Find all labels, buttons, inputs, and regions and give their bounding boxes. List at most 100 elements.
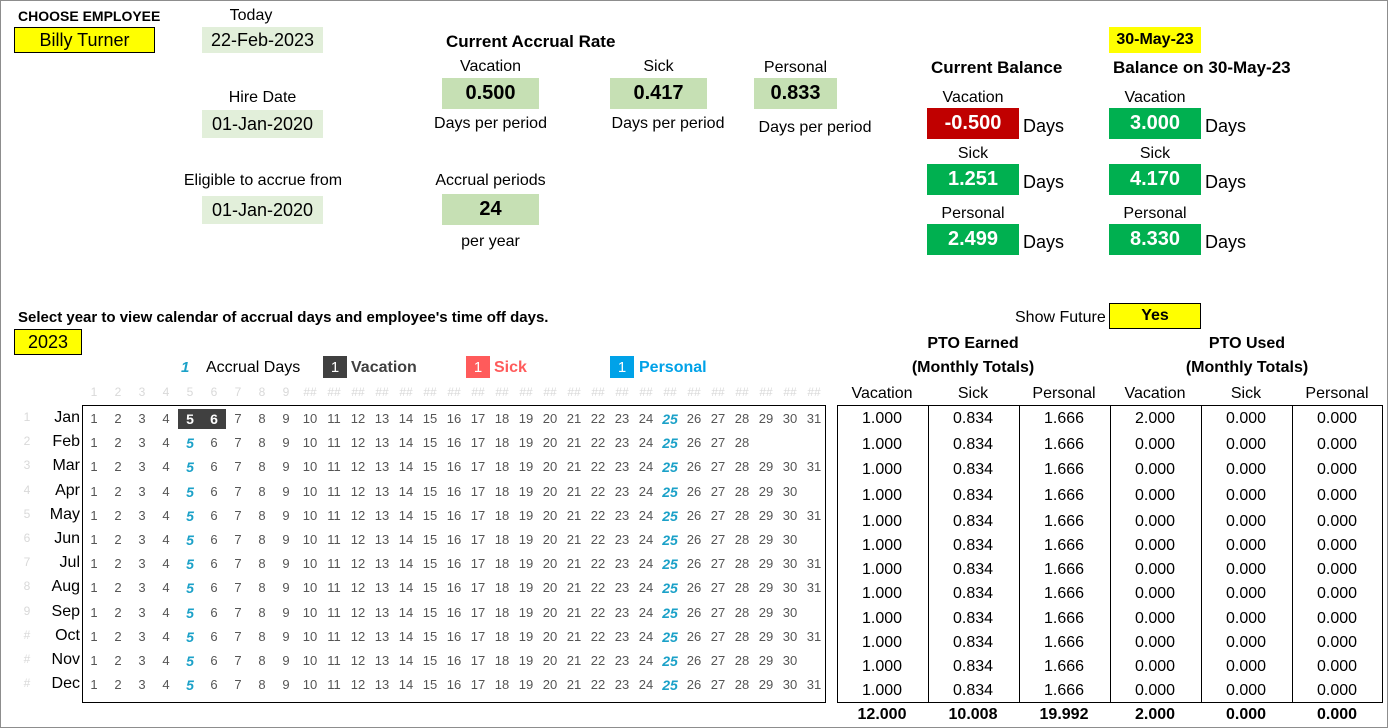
calendar-day-cell: 16 [446,580,462,596]
calendar-day-cell: 11 [327,411,341,426]
calendar-day-cell: 4 [162,580,170,596]
calendar-day-cell: 18 [494,532,510,547]
pto-cell: 0.000 [1225,487,1267,505]
calendar-day-cell: 9 [282,483,290,499]
pto-cell: 0.000 [1316,410,1358,427]
calendar-day-cell: 5 [186,556,194,573]
calendar-day-cell: 17 [470,628,486,644]
calendar-day-cell: 3 [138,628,146,644]
pto-total-cell: 19.992 [1039,706,1089,723]
calendar-day-cell: 11 [327,677,341,693]
calendar-day-cell: 10 [302,604,318,620]
calendar-day-cell: 20 [542,677,558,693]
today-value: 22-Feb-2023 [202,27,323,53]
calendar-day-cell: 24 [638,604,654,620]
calendar-day-cell: 1 [90,435,98,451]
calendar-day-cell: 13 [374,411,390,426]
calendar-header-day: 6 [210,385,218,399]
calendar-day-cell: 5 [186,532,194,548]
calendar-day-cell: 4 [162,483,170,499]
calendar-day-cell: 8 [258,459,266,475]
month-label: Feb [52,433,80,451]
pto-column-header: Personal [1305,385,1369,402]
rate-vacation-unit: Days per period [434,115,547,132]
pto-cell: 1.000 [861,682,903,700]
show-future-label: Show Future [1015,309,1106,326]
calendar-row-index: 9 [23,603,31,618]
calendar-day-cell: 29 [758,556,774,572]
calendar-day-cell: 12 [350,435,366,451]
calendar-day-cell: 25 [662,677,678,694]
calendar-day-cell: 2 [114,459,122,475]
calendar-day-cell: 6 [210,604,218,620]
calendar-day-cell: 17 [470,411,486,426]
calendar-day-cell: 27 [710,580,726,596]
calendar-day-cell: 7 [234,556,242,572]
calendar-header-day: ## [807,385,821,399]
calendar-day-cell: 13 [374,677,390,693]
calendar-header-day: ## [375,385,389,399]
calendar-row-index: 1 [23,410,31,424]
calendar-day-cell: 31 [806,677,822,693]
calendar-day-cell: 27 [710,628,726,644]
calendar-day-cell: 27 [710,677,726,693]
calendar-day-cell: 2 [114,507,122,523]
accrual-periods-value: 24 [442,194,539,225]
calendar-day-cell: 10 [302,459,318,475]
future-date-input[interactable]: 30-May-23 [1109,27,1201,53]
calendar-day-cell: 27 [710,556,726,572]
pto-cell: 0.000 [1134,537,1176,554]
employee-select[interactable]: Billy Turner [14,27,155,53]
calendar-day-cell: 25 [662,532,678,548]
calendar-day-cell: 10 [302,411,318,426]
calendar-day-cell: 23 [614,435,630,451]
pto-column-header: Vacation [851,385,913,402]
calendar-day-cell: 20 [542,435,558,451]
calendar-row-index: 2 [23,434,31,449]
calendar-day-cell: 28 [734,507,750,523]
pto-cell: 1.666 [1043,487,1085,505]
pto-cell: 1.666 [1043,682,1085,700]
calendar-day-cell: 11 [327,580,341,596]
pto-cell: 1.666 [1043,561,1085,579]
calendar-day-cell: 21 [566,459,582,475]
cur-sick-value: 1.251 [927,164,1019,195]
calendar-day-cell: 24 [638,556,654,572]
calendar-day-cell: 3 [138,556,146,572]
calendar-header-day: 5 [186,385,194,399]
calendar-day-cell: 22 [590,604,606,620]
rate-vacation-value: 0.500 [442,78,539,109]
calendar-header-day: ## [735,385,749,399]
calendar-header-day: ## [783,385,797,399]
calendar-day-cell: 14 [398,677,414,693]
calendar-day-cell: 25 [662,435,678,452]
calendar-day-cell: 16 [446,653,462,668]
calendar-day-cell: 19 [518,556,534,572]
pto-cell: 0.000 [1225,537,1267,554]
choose-employee-label: CHOOSE EMPLOYEE [18,8,161,24]
calendar-day-cell: 25 [662,459,678,476]
calendar-day-cell: 31 [806,459,822,475]
calendar-day-cell: 29 [758,532,774,547]
calendar-day-cell: 30 [782,483,798,499]
calendar-day-cell: 28 [734,604,750,620]
calendar-day-cell: 21 [566,677,582,693]
calendar-day-cell: 21 [566,604,582,620]
calendar-day-cell: 5 [186,677,194,694]
calendar-day-cell: 15 [422,604,438,620]
fut-sick-unit: Days [1205,172,1247,192]
calendar-day-cell: 9 [282,653,290,668]
calendar-day-cell: 10 [302,507,318,523]
show-future-toggle[interactable]: Yes [1109,303,1201,329]
pto-cell: 0.000 [1316,682,1358,700]
month-label: Aug [51,578,80,596]
calendar-day-cell: 26 [686,507,702,523]
calendar-day-cell: 9 [282,556,290,572]
calendar-day-cell: 20 [542,628,558,644]
hire-date-value: 01-Jan-2020 [202,110,323,138]
calendar-day-cell: 30 [782,532,798,547]
calendar-day-cell: 21 [566,507,582,523]
calendar-day-cell: 6 [210,507,218,523]
calendar-day-cell: 19 [518,580,534,596]
year-select[interactable]: 2023 [14,329,82,355]
